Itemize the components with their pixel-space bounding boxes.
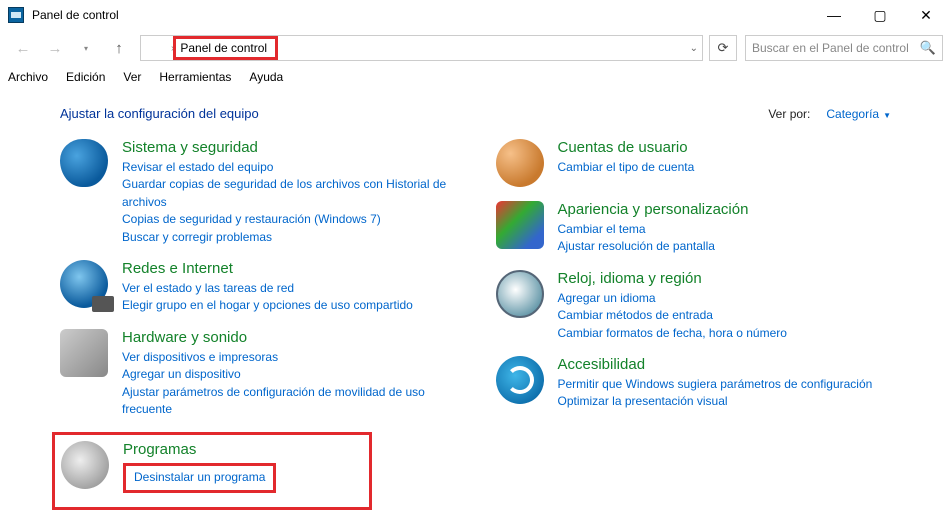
- search-icon[interactable]: 🔍: [920, 40, 936, 56]
- page-header: Ajustar la configuración del equipo Ver …: [60, 106, 891, 121]
- monitor-icon: [496, 201, 544, 249]
- link-review-status[interactable]: Revisar el estado del equipo: [122, 159, 456, 176]
- chevron-down-icon: ▼: [883, 111, 891, 120]
- users-icon: [496, 139, 544, 187]
- menu-tools[interactable]: Herramientas: [159, 70, 231, 84]
- address-bar[interactable]: › Panel de control ⌄: [140, 35, 703, 61]
- link-add-language[interactable]: Agregar un idioma: [558, 290, 892, 307]
- link-change-theme[interactable]: Cambiar el tema: [558, 221, 892, 238]
- category-title[interactable]: Apariencia y personalización: [558, 201, 892, 218]
- category-clock-language: Reloj, idioma y región Agregar un idioma…: [496, 270, 892, 342]
- titlebar: Panel de control — ▢ ✕: [0, 0, 951, 30]
- link-devices-printers[interactable]: Ver dispositivos e impresoras: [122, 349, 456, 366]
- minimize-button[interactable]: —: [811, 0, 857, 30]
- link-mobility[interactable]: Ajustar parámetros de configuración de m…: [122, 384, 456, 419]
- menu-file[interactable]: Archivo: [8, 70, 48, 84]
- control-panel-icon: [8, 7, 24, 23]
- link-suggest-settings[interactable]: Permitir que Windows sugiera parámetros …: [558, 376, 892, 393]
- category-network: Redes e Internet Ver el estado y las tar…: [60, 260, 456, 315]
- page-title: Ajustar la configuración del equipo: [60, 106, 768, 121]
- close-button[interactable]: ✕: [903, 0, 949, 30]
- address-dropdown-icon[interactable]: ⌄: [690, 43, 698, 54]
- right-column: Cuentas de usuario Cambiar el tipo de cu…: [496, 139, 892, 510]
- search-placeholder: Buscar en el Panel de control: [752, 41, 909, 55]
- category-title[interactable]: Redes e Internet: [122, 260, 456, 277]
- link-change-account-type[interactable]: Cambiar el tipo de cuenta: [558, 159, 892, 176]
- link-input-methods[interactable]: Cambiar métodos de entrada: [558, 307, 892, 324]
- link-optimize-visual[interactable]: Optimizar la presentación visual: [558, 393, 892, 410]
- category-title[interactable]: Hardware y sonido: [122, 329, 456, 346]
- back-button[interactable]: ←: [8, 34, 38, 62]
- link-troubleshoot[interactable]: Buscar y corregir problemas: [122, 229, 456, 246]
- breadcrumb[interactable]: Panel de control: [178, 41, 269, 55]
- link-backup-restore[interactable]: Copias de seguridad y restauración (Wind…: [122, 211, 456, 228]
- recent-locations-button[interactable]: ▾: [72, 34, 102, 62]
- link-network-status[interactable]: Ver el estado y las tareas de red: [122, 280, 456, 297]
- printer-icon: [60, 329, 108, 377]
- search-input[interactable]: Buscar en el Panel de control 🔍: [745, 35, 943, 61]
- category-title[interactable]: Reloj, idioma y región: [558, 270, 892, 287]
- up-button[interactable]: ↑: [104, 34, 134, 62]
- menu-view[interactable]: Ver: [123, 70, 141, 84]
- link-date-formats[interactable]: Cambiar formatos de fecha, hora o número: [558, 325, 892, 342]
- window-title: Panel de control: [32, 8, 811, 22]
- link-uninstall-program[interactable]: Desinstalar un programa: [134, 470, 265, 484]
- shield-icon: [60, 139, 108, 187]
- category-hardware: Hardware y sonido Ver dispositivos e imp…: [60, 329, 456, 419]
- ease-of-access-icon: [496, 356, 544, 404]
- content-area: Ajustar la configuración del equipo Ver …: [0, 88, 951, 520]
- category-title[interactable]: Sistema y seguridad: [122, 139, 456, 156]
- menu-help[interactable]: Ayuda: [249, 70, 283, 84]
- forward-button[interactable]: →: [40, 34, 70, 62]
- category-system-security: Sistema y seguridad Revisar el estado de…: [60, 139, 456, 246]
- menu-edit[interactable]: Edición: [66, 70, 105, 84]
- category-title[interactable]: Cuentas de usuario: [558, 139, 892, 156]
- maximize-button[interactable]: ▢: [857, 0, 903, 30]
- categories: Sistema y seguridad Revisar el estado de…: [60, 139, 891, 510]
- category-appearance: Apariencia y personalización Cambiar el …: [496, 201, 892, 256]
- disc-icon: [61, 441, 109, 489]
- highlight-programs: Programas Desinstalar un programa: [52, 432, 372, 509]
- link-screen-resolution[interactable]: Ajustar resolución de pantalla: [558, 238, 892, 255]
- category-title[interactable]: Programas: [123, 441, 299, 458]
- viewby-dropdown[interactable]: Categoría▼: [826, 107, 891, 121]
- highlight-uninstall: Desinstalar un programa: [123, 463, 276, 492]
- left-column: Sistema y seguridad Revisar el estado de…: [60, 139, 456, 510]
- nav-toolbar: ← → ▾ ↑ › Panel de control ⌄ ⟳ Buscar en…: [0, 30, 951, 66]
- clock-icon: [496, 270, 544, 318]
- category-accessibility: Accesibilidad Permitir que Windows sugie…: [496, 356, 892, 411]
- link-homegroup[interactable]: Elegir grupo en el hogar y opciones de u…: [122, 297, 456, 314]
- control-panel-icon: [145, 38, 165, 58]
- menu-bar: Archivo Edición Ver Herramientas Ayuda: [0, 66, 951, 88]
- link-file-history[interactable]: Guardar copias de seguridad de los archi…: [122, 176, 456, 211]
- refresh-button[interactable]: ⟳: [709, 35, 737, 61]
- highlight-address: Panel de control: [173, 36, 278, 60]
- link-add-device[interactable]: Agregar un dispositivo: [122, 366, 456, 383]
- category-user-accounts: Cuentas de usuario Cambiar el tipo de cu…: [496, 139, 892, 187]
- category-programs: Programas Desinstalar un programa: [61, 441, 299, 492]
- globe-icon: [60, 260, 108, 308]
- category-title[interactable]: Accesibilidad: [558, 356, 892, 373]
- viewby-label: Ver por:: [768, 107, 810, 121]
